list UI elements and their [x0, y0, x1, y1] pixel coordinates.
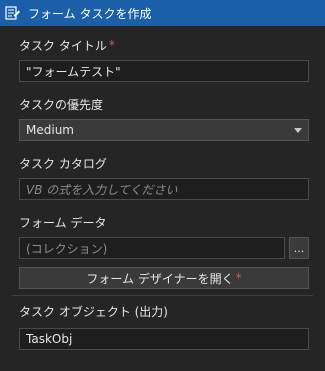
form-task-icon [4, 4, 22, 22]
required-mark: * [235, 271, 242, 285]
form-data-input[interactable]: (コレクション) [19, 237, 285, 259]
task-title-label: タスク タイトル * [19, 38, 115, 53]
panel-title: フォーム タスクを作成 [28, 6, 152, 21]
required-mark: * [108, 38, 115, 52]
divider [12, 295, 313, 296]
task-object-input[interactable]: TaskObj [19, 328, 309, 350]
catalog-input[interactable]: VB の式を入力してください [19, 178, 309, 200]
catalog-label: タスク カタログ [19, 156, 107, 171]
open-form-designer-button[interactable]: フォーム デザイナーを開く * [19, 267, 309, 289]
task-title-input[interactable]: "フォームテスト" [19, 60, 309, 82]
priority-select[interactable]: Medium [19, 119, 309, 141]
chevron-down-icon [294, 127, 302, 133]
browse-button[interactable]: ... [289, 237, 309, 259]
form-data-label: フォーム データ [19, 215, 107, 230]
panel-header: フォーム タスクを作成 [0, 0, 325, 26]
priority-label: タスクの優先度 [19, 97, 104, 112]
task-object-label: タスク オブジェクト (出力) [19, 304, 168, 319]
